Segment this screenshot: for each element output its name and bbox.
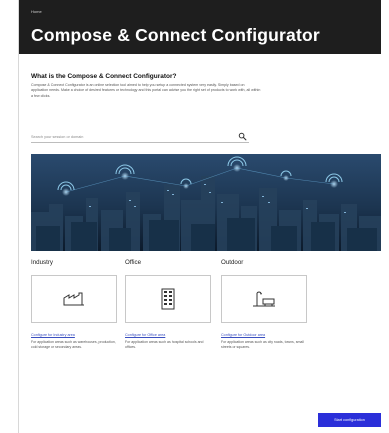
page-title: Compose & Connect Configurator [31,25,320,45]
street-lamp-icon [253,291,275,307]
configure-outdoor-link[interactable]: Configure for Outdoor area [221,333,312,337]
category-title: Industry [31,259,54,266]
category-outdoor: Outdoor Configure for Outdoor area For a… [221,259,312,350]
office-building-icon [161,288,175,310]
category-description: For application areas such as warehouses… [31,340,116,349]
breadcrumb[interactable]: Home [31,9,42,14]
category-title: Outdoor [221,259,244,266]
category-description: For application areas such as city roads… [221,340,304,349]
configurator-page: Home Compose & Connect Configurator What… [18,0,381,433]
configure-office-link[interactable]: Configure for Office area [125,333,216,337]
category-description: For application areas such as hospital s… [125,340,204,349]
category-industry: Industry Configure for Industry area For… [31,259,122,350]
intro-heading: What is the Compose & Connect Configurat… [31,73,177,80]
search-icon[interactable] [238,132,247,141]
start-configuration-button[interactable]: Start configuration [318,413,381,427]
category-card-office[interactable] [125,275,211,323]
smart-city-image [31,154,381,251]
category-card-industry[interactable] [31,275,117,323]
category-office: Office Configure for Office area For app… [125,259,216,350]
factory-icon [63,292,84,306]
search-bar[interactable] [31,131,249,143]
configure-industry-link[interactable]: Configure for Industry area [31,333,122,337]
category-title: Office [125,259,142,266]
hero-banner: Home Compose & Connect Configurator [19,0,381,54]
category-card-outdoor[interactable] [221,275,307,323]
intro-text: Compose & Connect Configurator is an onl… [31,83,261,98]
search-input[interactable] [31,132,231,142]
